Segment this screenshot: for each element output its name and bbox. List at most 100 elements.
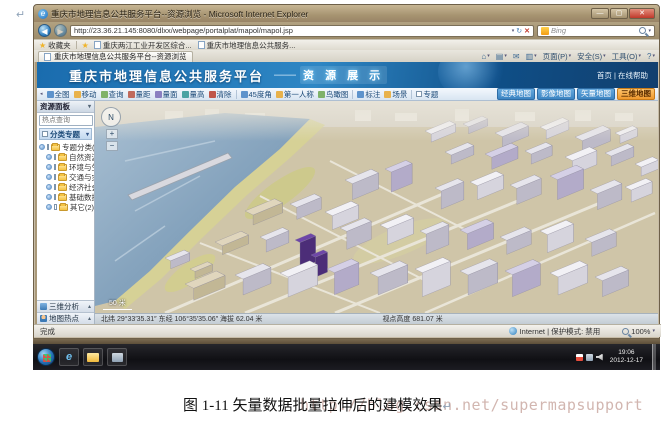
tool-button-icon [155,91,162,98]
checkbox-icon[interactable] [47,144,49,150]
close-button[interactable]: ✕ [629,8,655,19]
back-button[interactable]: ◀ [38,24,51,37]
feeds-button[interactable]: ▤▾ [496,52,507,61]
clock-date: 2012-12-17 [610,357,643,365]
map-toolbar: ◂ 全图移动查询量距量面量高清除 45度角第一人称鸟瞰图 标注场景 专题 经典地… [37,88,658,101]
help-menu[interactable]: ?▾ [647,52,655,61]
address-dropdown-icon[interactable]: ▾ [512,28,515,34]
topic-checkbox[interactable]: 专题 [416,89,438,100]
taskbar-explorer-button[interactable] [83,348,103,366]
checkbox-icon[interactable] [54,174,56,180]
view-button-icon [276,91,283,98]
mail-button[interactable]: ✉ [513,52,520,61]
tool-button-3[interactable]: 量距 [128,89,151,100]
tree-item-label: 其它(2) [70,202,94,212]
action-center-icon[interactable] [576,354,583,361]
page-menu[interactable]: 页面(P)▾ [543,51,572,62]
coordinates-readout: 北纬 29°33′35.31″ 东经 106°35′35.06″ 海拔 62.0… [101,314,262,324]
tool-button-6[interactable]: 清除 [209,89,232,100]
volume-icon[interactable] [596,354,603,361]
checkbox-icon[interactable] [54,204,57,210]
show-desktop-button[interactable] [652,344,656,370]
tool-button-2[interactable]: 查询 [101,89,124,100]
maximize-button[interactable]: ▢ [610,8,628,19]
safety-menu[interactable]: 安全(S)▾ [577,51,606,62]
tab-active[interactable]: 重庆市地理信息公共服务平台--资源浏览 [38,51,193,62]
view-button-2[interactable]: 鸟瞰图 [318,89,349,100]
hotspot-search-input[interactable] [39,115,93,126]
start-button[interactable] [37,348,55,366]
stop-icon[interactable]: ✕ [524,27,530,35]
minimize-button[interactable]: — [591,8,609,19]
extra-button-1[interactable]: 场景 [384,89,407,100]
expand-icon[interactable] [46,154,52,160]
tree-item-2[interactable]: 交通与灾害( [39,172,94,182]
tree-item-3[interactable]: 经济社会(2 [39,182,94,192]
checkbox-icon[interactable] [54,194,56,200]
tree-root[interactable]: 专题分类(72) [39,142,94,152]
checkbox-icon[interactable] [42,131,48,137]
extra-button-0[interactable]: 标注 [357,89,380,100]
tree-item-0[interactable]: 自然资源(1 [39,152,94,162]
expand-icon[interactable] [46,194,52,200]
expand-icon[interactable] [39,144,45,150]
search-icon[interactable] [639,27,646,34]
site-title: 重庆市地理信息公共服务平台 [69,66,264,85]
collapse-up-icon: ▴ [88,315,91,322]
add-favorite-icon[interactable]: ★ [82,41,89,50]
search-input[interactable]: Bing ▾ [537,25,655,37]
tool-button-1[interactable]: 移动 [74,89,97,100]
zoom-in-button[interactable]: + [106,129,118,139]
collapse-icon[interactable]: ▾ [88,103,91,110]
map-type-button-0[interactable]: 经典地图 [497,88,535,100]
home-button[interactable]: ⌂▾ [481,52,489,61]
checkbox-icon[interactable] [416,91,422,97]
tree-item-1[interactable]: 环境与生态( [39,162,94,172]
view-button-0[interactable]: 45度角 [241,89,272,100]
expand-icon[interactable] [46,164,52,170]
expand-icon[interactable] [46,174,52,180]
view-button-1[interactable]: 第一人称 [276,89,314,100]
window-icon [112,353,123,362]
tool-button-4[interactable]: 量面 [155,89,178,100]
zoom-control[interactable]: 100% ▾ [622,327,655,336]
forward-button[interactable]: ▶ [54,24,67,37]
favorite-link-0[interactable]: 重庆两江工业开发区综合... [94,40,192,51]
page-icon [44,53,51,61]
tree-item-5[interactable]: 其它(2) [39,202,94,212]
map-type-button-1[interactable]: 影像地图 [537,88,575,100]
sidebar-section-0[interactable]: 三维分析▴ [37,300,94,312]
checkbox-icon[interactable] [54,154,56,160]
sidebar-section-1[interactable]: 地图热点▴ [37,312,94,324]
search-options-caret-icon[interactable]: ▾ [648,28,651,34]
expand-icon[interactable] [46,204,52,210]
banner-nav-links[interactable]: 首页 | 在线帮助 [597,70,648,81]
map-type-button-3[interactable]: 三维地图 [617,88,655,100]
taskbar-app-button[interactable] [107,348,127,366]
folder-icon [58,174,67,181]
tool-button-icon [128,91,135,98]
map-type-button-2[interactable]: 矢量地图 [577,88,615,100]
refresh-icon[interactable]: ↻ [516,27,522,35]
taskbar-clock[interactable]: 19:06 2012-12-17 [610,349,643,365]
checkbox-icon[interactable] [54,164,56,170]
taskbar-ie-button[interactable]: e [59,348,79,366]
tool-button-5[interactable]: 量高 [182,89,205,100]
tree-item-4[interactable]: 基础数据(9 [39,192,94,202]
tools-menu[interactable]: 工具(O)▾ [612,51,641,62]
address-input[interactable]: http://23.36.21.145:8080/dlxx/webpage/po… [70,25,534,37]
checkbox-icon[interactable] [54,184,56,190]
map-3d-view[interactable]: N + − 50 米 北纬 29°33′35.31″ 东经 106°35′35.… [95,101,658,324]
collapse-left-icon[interactable]: ◂ [40,91,43,97]
favorite-label: 重庆市地理信息公共服务... [207,40,296,51]
favorites-button[interactable]: ★ 收藏夹 [39,40,71,51]
category-dropdown[interactable]: 分类专题 ▾ [39,128,92,140]
zoom-out-button[interactable]: − [106,141,118,151]
network-icon[interactable] [586,354,593,361]
favorite-link-1[interactable]: 重庆市地理信息公共服务... [198,40,296,51]
print-button[interactable]: ▥▾ [526,52,537,61]
compass-icon[interactable]: N [101,107,121,127]
map-navigation[interactable]: N + − [101,107,123,151]
tool-button-0[interactable]: 全图 [47,89,70,100]
expand-icon[interactable] [46,184,52,190]
